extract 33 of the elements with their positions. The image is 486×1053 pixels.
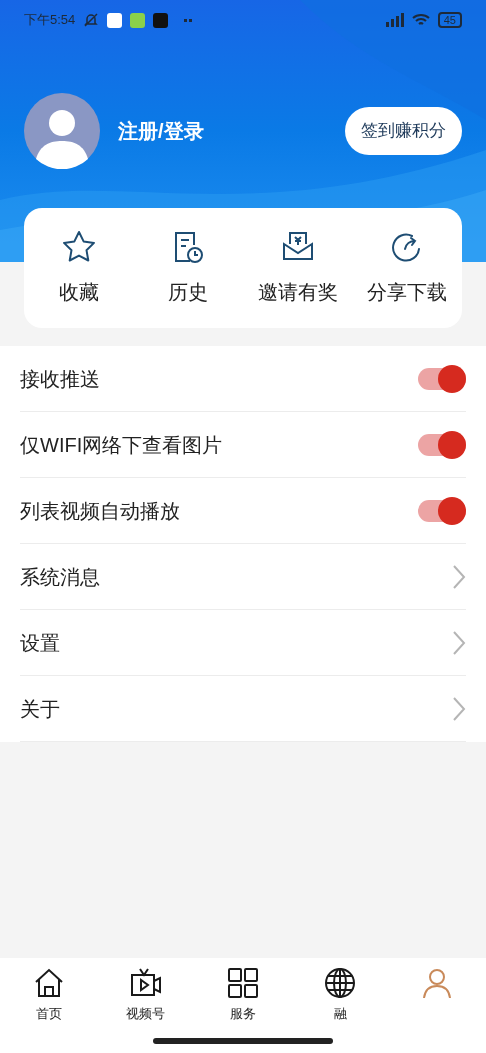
chevron-right-icon — [452, 695, 466, 722]
settings-row[interactable]: 列表视频自动播放 — [20, 478, 466, 544]
nav-tab[interactable]: 首页 — [0, 966, 98, 1053]
signal-icon — [383, 13, 404, 27]
grid-icon — [226, 966, 260, 1000]
more-icon — [184, 18, 193, 22]
settings-row[interactable]: 关于 — [20, 676, 466, 742]
globe-icon — [323, 966, 358, 1000]
shortcut-item[interactable]: 邀请有奖 — [243, 229, 353, 307]
checkin-button[interactable]: 签到赚积分 — [345, 107, 462, 155]
status-time: 下午5:54 — [24, 11, 76, 30]
download-app-icon — [130, 12, 146, 28]
nav-tab[interactable]: 融 — [291, 966, 389, 1053]
shortcut-item[interactable]: 分享下载 — [352, 229, 462, 307]
mute-icon — [83, 12, 100, 28]
settings-row[interactable]: 设置 — [20, 610, 466, 676]
toggle-switch[interactable] — [418, 367, 466, 390]
settings-row[interactable]: 仅WIFI网络下查看图片 — [20, 412, 466, 478]
toggle-switch[interactable] — [418, 433, 466, 456]
music-app-icon — [153, 12, 169, 28]
battery-indicator: 45 — [437, 12, 462, 28]
toggle-switch[interactable] — [418, 499, 466, 522]
shortcut-item[interactable]: 历史 — [133, 229, 243, 307]
wifi-icon — [411, 13, 430, 27]
chat-app-icon — [107, 12, 123, 28]
nav-tab[interactable]: 视频号 — [97, 966, 195, 1053]
shortcut-item[interactable]: 收藏 — [24, 229, 134, 307]
chevron-right-icon — [452, 563, 466, 590]
chevron-right-icon — [452, 629, 466, 656]
nav-tab[interactable]: 服务 — [194, 966, 292, 1053]
login-link[interactable]: 注册/登录 — [118, 116, 204, 146]
settings-row[interactable]: 接收推送 — [20, 346, 466, 412]
settings-row[interactable]: 系统消息 — [20, 544, 466, 610]
